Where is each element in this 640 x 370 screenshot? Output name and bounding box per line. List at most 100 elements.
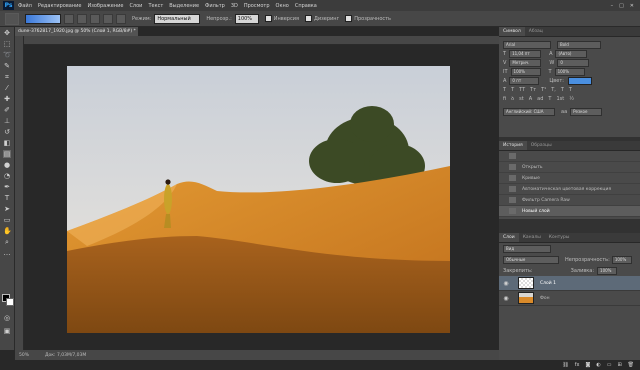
fractions-button[interactable]: ½	[569, 96, 574, 102]
history-item[interactable]: Фильтр Camera Raw	[499, 195, 640, 206]
color-swatches[interactable]	[2, 294, 14, 306]
gradient-tool-icon[interactable]: ▤	[3, 150, 11, 158]
tab-layers[interactable]: Слои	[499, 233, 519, 242]
horizontal-scale-field[interactable]: 100%	[554, 67, 585, 76]
crop-tool-icon[interactable]: ⌗	[3, 73, 11, 81]
font-family-dropdown[interactable]: Arial	[503, 40, 551, 49]
small-caps-button[interactable]: Tт	[530, 87, 536, 93]
tab-paragraph[interactable]: Абзац	[525, 27, 547, 36]
stylistic-alternates-button[interactable]: A	[529, 96, 532, 102]
fx-icon[interactable]: fx	[575, 362, 580, 368]
close-button[interactable]: ✕	[630, 3, 634, 9]
maximize-button[interactable]: □	[619, 3, 624, 9]
history-brush-tool-icon[interactable]: ↺	[3, 128, 11, 136]
baseline-field[interactable]: 0 пт	[509, 76, 540, 85]
healing-brush-tool-icon[interactable]: ✚	[3, 95, 11, 103]
delete-layer-icon[interactable]: 🗑	[628, 362, 634, 368]
tab-history[interactable]: История	[499, 141, 527, 150]
menu-filter[interactable]: Фильтр	[205, 3, 225, 9]
visibility-eye-icon[interactable]: ◉	[502, 295, 510, 302]
layer-row[interactable]: ◉ Фон	[499, 291, 640, 306]
opacity-field[interactable]: 100%	[234, 13, 259, 24]
ordinal-button[interactable]: 1st	[556, 96, 564, 102]
language-dropdown[interactable]: Английский: США	[503, 107, 555, 116]
visibility-eye-icon[interactable]: ◉	[502, 280, 510, 287]
hand-tool-icon[interactable]: ✋	[3, 227, 12, 235]
menu-3d[interactable]: 3D	[231, 3, 238, 9]
menu-type[interactable]: Текст	[148, 3, 163, 9]
path-select-tool-icon[interactable]: ➤	[3, 205, 11, 213]
history-item[interactable]: Кривые	[499, 173, 640, 184]
all-caps-button[interactable]: TT	[519, 87, 525, 93]
adjustment-layer-icon[interactable]: ◐	[596, 362, 600, 368]
document-tab[interactable]: dune-3762817_1920.jpg @ 50% (Слой 1, RGB…	[15, 27, 138, 36]
link-layers-icon[interactable]: ⛓	[562, 362, 568, 368]
history-item[interactable]: Открыть	[499, 162, 640, 173]
tab-channels[interactable]: Каналы	[519, 233, 545, 242]
blend-mode-dropdown[interactable]: Обычные	[503, 255, 559, 264]
dodge-tool-icon[interactable]: ◔	[3, 172, 11, 180]
transparency-checkbox[interactable]	[345, 15, 353, 22]
gradient-picker[interactable]	[25, 13, 61, 24]
faux-bold-button[interactable]: T	[503, 87, 506, 93]
antialias-dropdown[interactable]: Резкое	[570, 107, 603, 116]
quick-mask-icon[interactable]: ◎	[3, 314, 11, 322]
minimize-button[interactable]: –	[611, 3, 614, 9]
swash-button[interactable]: st	[519, 96, 524, 102]
fill-field[interactable]: 100%	[597, 266, 618, 275]
ligatures-button[interactable]: fi	[503, 96, 506, 102]
linear-gradient-icon[interactable]	[64, 13, 74, 24]
zoom-tool-icon[interactable]: ⌕	[3, 238, 11, 246]
blur-tool-icon[interactable]: ●	[3, 161, 11, 169]
pen-tool-icon[interactable]: ✒	[3, 183, 11, 191]
reflected-gradient-icon[interactable]	[103, 13, 113, 24]
inverse-checkbox[interactable]	[264, 15, 272, 22]
menu-window[interactable]: Окно	[276, 3, 289, 9]
layer-opacity-field[interactable]: 100%	[611, 255, 632, 264]
tab-character[interactable]: Символ	[499, 27, 525, 36]
quick-select-tool-icon[interactable]: ✎	[3, 62, 11, 70]
dither-checkbox[interactable]	[304, 15, 312, 22]
eyedropper-tool-icon[interactable]: ⁄	[3, 84, 11, 92]
add-mask-icon[interactable]: ◙	[585, 362, 590, 368]
subscript-button[interactable]: T,	[551, 87, 556, 93]
brush-tool-icon[interactable]: ✐	[3, 106, 11, 114]
text-color-swatch[interactable]	[567, 76, 592, 85]
vertical-scale-field[interactable]: 100%	[510, 67, 541, 76]
history-snapshot[interactable]	[499, 151, 640, 162]
zoom-level[interactable]: 50%	[19, 353, 29, 358]
tracking-field[interactable]: 0	[557, 58, 590, 67]
menu-layers[interactable]: Слои	[129, 3, 142, 9]
screen-mode-icon[interactable]: ▣	[3, 327, 11, 335]
new-layer-icon[interactable]: ⊞	[617, 362, 621, 368]
diamond-gradient-icon[interactable]	[116, 13, 126, 24]
menu-image[interactable]: Изображение	[87, 3, 123, 9]
marquee-tool-icon[interactable]: ⬚	[3, 40, 11, 48]
menu-edit[interactable]: Редактирование	[38, 3, 82, 9]
layer-row[interactable]: ◉ Слой 1	[499, 276, 640, 291]
eraser-tool-icon[interactable]: ◧	[3, 139, 11, 147]
new-group-icon[interactable]: ▭	[607, 362, 612, 368]
mode-dropdown[interactable]: Нормальный	[154, 13, 201, 24]
menu-view[interactable]: Просмотр	[244, 3, 270, 9]
faux-italic-button[interactable]: T	[511, 87, 514, 93]
font-style-dropdown[interactable]: Bold	[557, 40, 601, 49]
clone-stamp-tool-icon[interactable]: ⊥	[3, 117, 11, 125]
more-tools-icon[interactable]: …	[3, 249, 11, 257]
lasso-tool-icon[interactable]: ➰	[3, 51, 12, 59]
strikethrough-button[interactable]: T	[569, 87, 572, 93]
ordinals-button[interactable]: T	[548, 96, 551, 102]
titling-alternates-button[interactable]: ad	[537, 96, 543, 102]
underline-button[interactable]: T	[561, 87, 564, 93]
history-item[interactable]: Автоматическая цветовая коррекция	[499, 184, 640, 195]
old-style-button[interactable]: ꝺ	[511, 96, 514, 102]
leading-field[interactable]: (Авто)	[555, 49, 588, 58]
superscript-button[interactable]: T¹	[541, 87, 546, 93]
font-size-field[interactable]: 11,04 пт	[509, 49, 542, 58]
menu-select[interactable]: Выделение	[169, 3, 199, 9]
radial-gradient-icon[interactable]	[77, 13, 87, 24]
angle-gradient-icon[interactable]	[90, 13, 100, 24]
layer-kind-filter[interactable]: Вид	[503, 244, 551, 253]
rectangle-tool-icon[interactable]: ▭	[3, 216, 11, 224]
menu-help[interactable]: Справка	[295, 3, 317, 9]
